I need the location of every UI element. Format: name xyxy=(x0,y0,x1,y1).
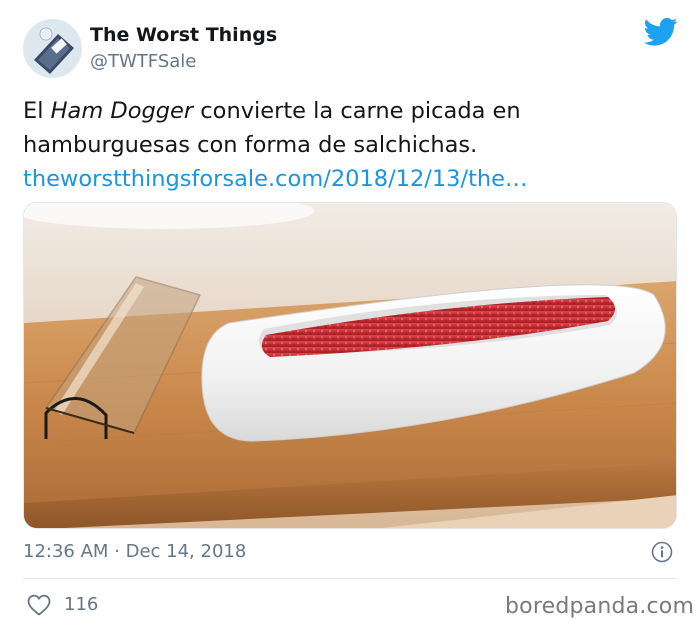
tweet-text-prefix: El xyxy=(23,98,51,124)
twitter-bird-icon[interactable] xyxy=(644,17,678,47)
like-count: 116 xyxy=(64,594,99,615)
boredpanda-watermark: boredpanda.com xyxy=(505,594,695,619)
heart-icon[interactable] xyxy=(27,594,51,616)
tweet-text-rest: convierte la carne picada en xyxy=(193,98,521,124)
tweet-timestamp[interactable]: 12:36 AM · Dec 14, 2018 xyxy=(23,541,246,562)
tweet-text-line-1: El Ham Dogger convierte la carne picada … xyxy=(23,94,683,128)
tweet-card: The Worst Things @TWTFSale El Ham Dogger… xyxy=(0,0,700,632)
display-name[interactable]: The Worst Things xyxy=(90,24,277,46)
tweet-text: El Ham Dogger convierte la carne picada … xyxy=(23,94,683,196)
avatar[interactable] xyxy=(23,19,82,78)
tweet-link[interactable]: theworstthingsforsale.com/2018/12/13/the… xyxy=(23,162,683,196)
info-icon[interactable] xyxy=(651,541,673,563)
ham-dogger-photo xyxy=(24,203,676,528)
diamond-ring-avatar-icon xyxy=(24,20,81,77)
divider xyxy=(23,578,677,579)
tweet-text-line-2: hamburguesas con forma de salchichas. xyxy=(23,132,478,158)
product-name: Ham Dogger xyxy=(50,98,194,124)
tweet-media-image[interactable] xyxy=(23,202,677,529)
user-handle[interactable]: @TWTFSale xyxy=(90,51,196,72)
